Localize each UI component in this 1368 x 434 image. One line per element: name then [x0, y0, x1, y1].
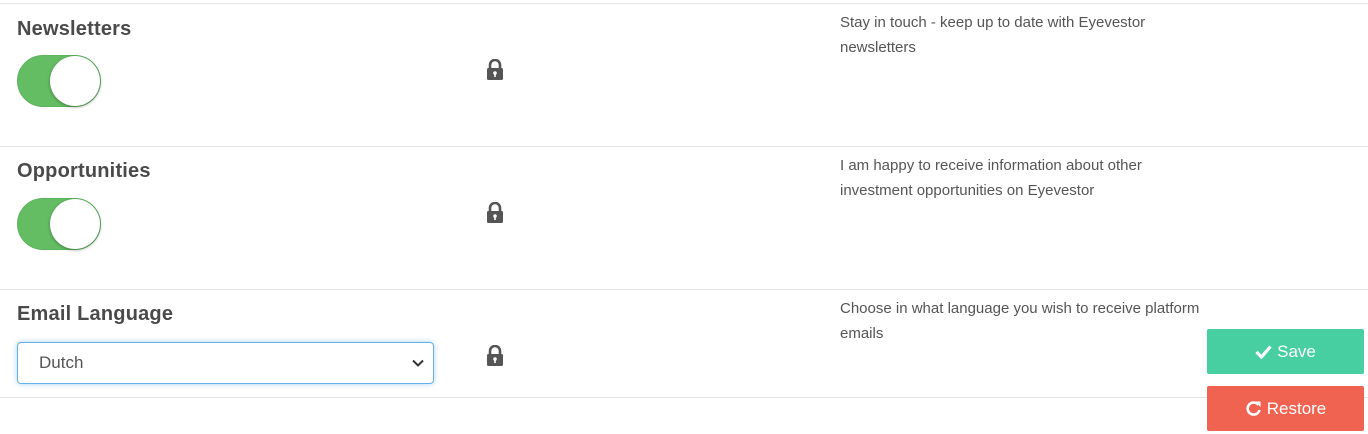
setting-description-newsletters: Stay in touch - keep up to date with Eye… — [840, 14, 1146, 56]
lock-icon — [487, 345, 503, 366]
setting-title-email-language: Email Language — [17, 303, 174, 325]
divider — [0, 397, 1368, 398]
lock-icon — [487, 59, 503, 80]
setting-description-opportunities: I am happy to receive information about … — [840, 157, 1142, 199]
newsletters-toggle[interactable] — [17, 55, 101, 107]
setting-row-opportunities: Opportunities I am happy to receive info… — [0, 147, 1368, 289]
lock-icon — [487, 202, 503, 223]
notification-settings: Newsletters Stay in touch - keep up to d… — [0, 0, 1368, 434]
toggle-knob — [50, 56, 100, 106]
chevron-down-icon — [412, 359, 424, 367]
setting-title-opportunities: Opportunities — [17, 160, 151, 182]
opportunities-toggle[interactable] — [17, 198, 101, 250]
save-button[interactable]: Save — [1207, 329, 1364, 374]
email-language-selected-value: Dutch — [39, 353, 84, 372]
restore-button[interactable]: Restore — [1207, 386, 1364, 431]
refresh-icon — [1246, 401, 1261, 416]
toggle-knob — [50, 199, 100, 249]
setting-row-email-language: Email Language Dutch Choose in what lang… — [0, 290, 1368, 397]
setting-description-email-language: Choose in what language you wish to rece… — [840, 300, 1200, 342]
restore-button-label: Restore — [1266, 398, 1327, 418]
save-button-label: Save — [1277, 341, 1316, 361]
setting-row-newsletters: Newsletters Stay in touch - keep up to d… — [0, 0, 1368, 146]
email-language-select[interactable]: Dutch — [17, 342, 434, 384]
setting-title-newsletters: Newsletters — [17, 18, 132, 40]
check-icon — [1255, 345, 1272, 360]
